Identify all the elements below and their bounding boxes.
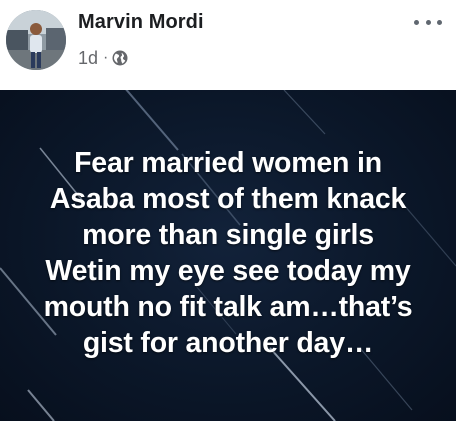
post-text-line: gist for another day… xyxy=(82,327,374,359)
author-name[interactable]: Marvin Mordi xyxy=(78,11,204,34)
post-text-line: more than single girls xyxy=(82,219,374,251)
meta-separator: · xyxy=(103,49,109,66)
more-options-button[interactable] xyxy=(414,14,442,30)
post-header: Marvin Mordi 1d · xyxy=(0,0,456,90)
more-dot-icon xyxy=(437,19,442,25)
post-text-line: Fear married women in xyxy=(74,147,382,179)
post-timestamp[interactable]: 1d xyxy=(78,48,98,69)
post-text: Fear married women in Asaba most of them… xyxy=(16,145,440,361)
globe-icon[interactable] xyxy=(112,50,128,66)
post-text-line: Wetin my eye see today my xyxy=(45,255,411,287)
more-dot-icon xyxy=(425,19,431,25)
post-text-line: mouth no fit talk am…that’s xyxy=(43,291,413,323)
post-text-line: Asaba most of them knack xyxy=(49,183,407,215)
more-dot-icon xyxy=(414,19,419,25)
post-meta: 1d · xyxy=(78,47,128,69)
author-avatar[interactable] xyxy=(6,10,66,70)
avatar-photo xyxy=(6,10,66,70)
post-text-card[interactable]: Fear married women in Asaba most of them… xyxy=(0,90,456,421)
